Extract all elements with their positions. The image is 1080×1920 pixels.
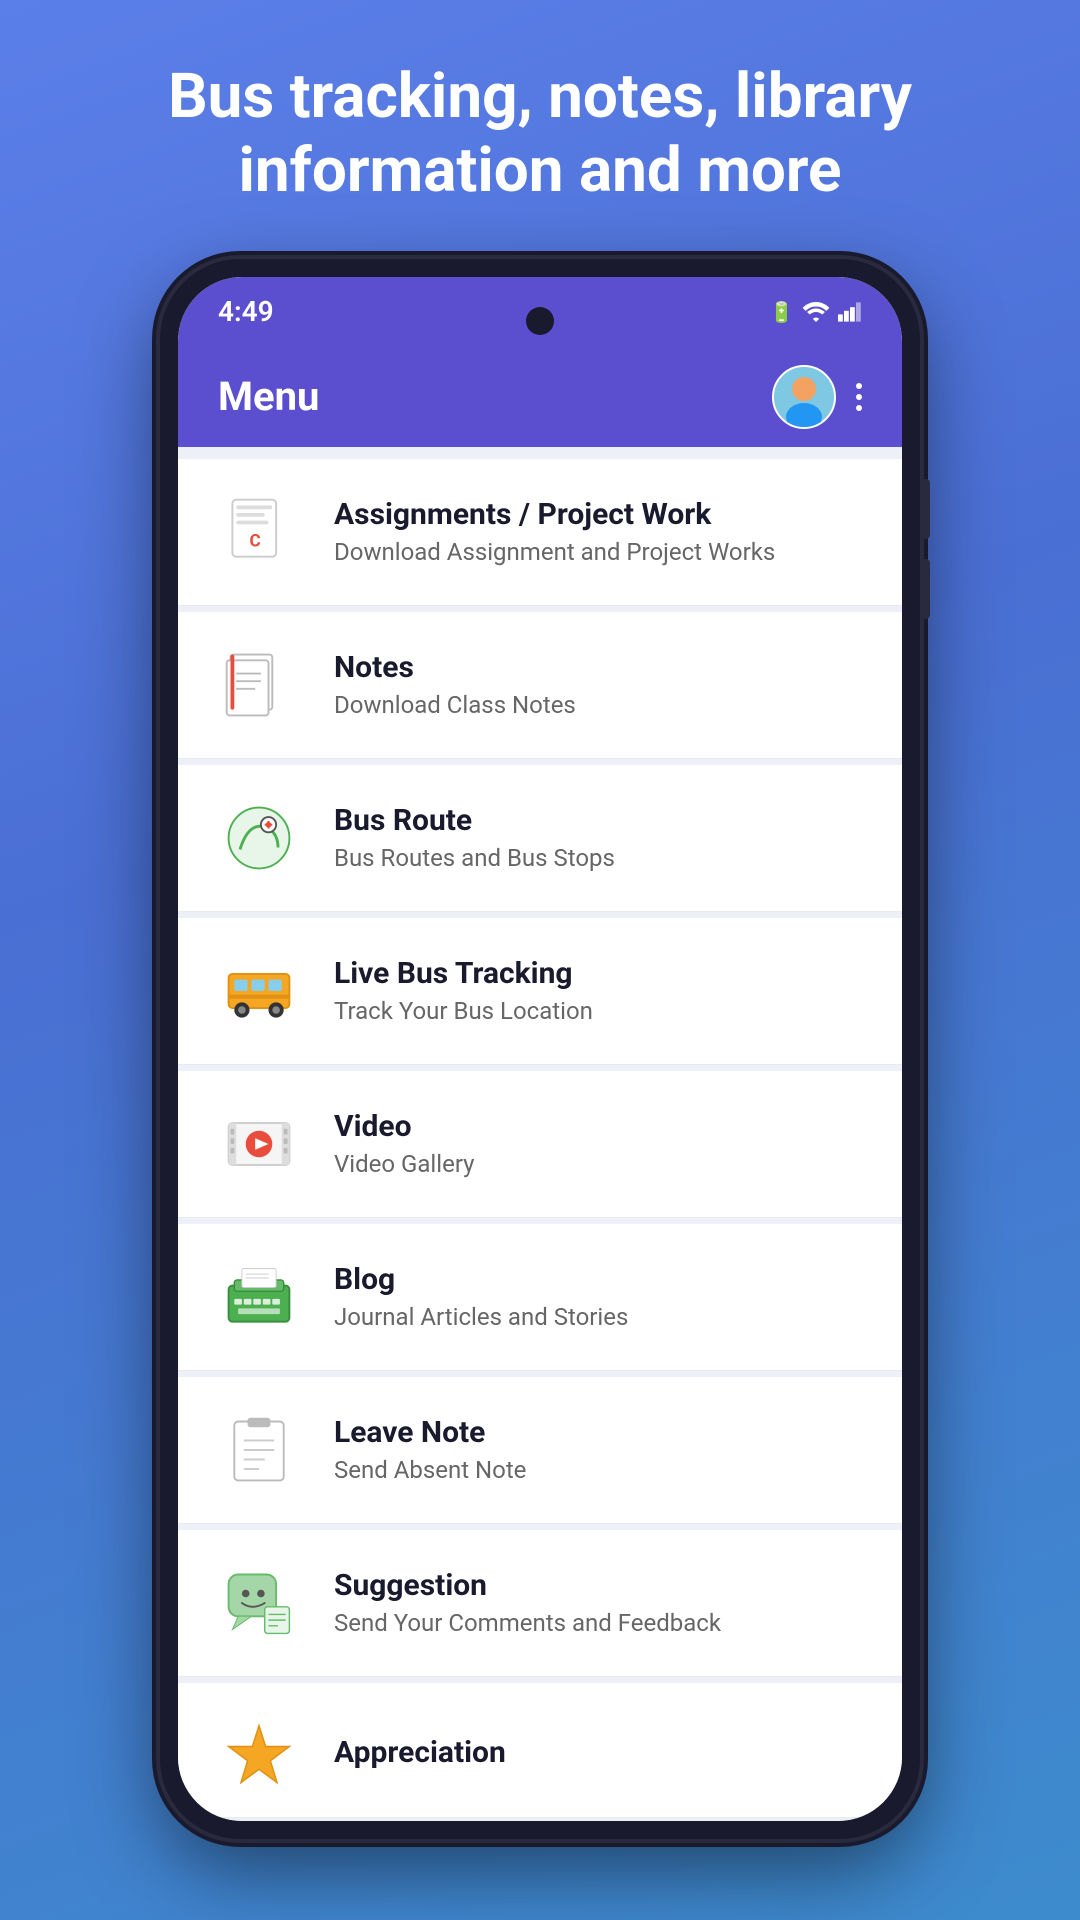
signal-icon <box>838 302 862 322</box>
assignments-icon: C <box>214 487 304 577</box>
menu-item-blog[interactable]: Blog Journal Articles and Stories <box>178 1224 902 1371</box>
status-icons: 🔋 <box>769 300 862 324</box>
live-bus-title: Live Bus Tracking <box>334 956 866 991</box>
menu-item-video[interactable]: Video Video Gallery <box>178 1071 902 1218</box>
menu-item-notes[interactable]: Notes Download Class Notes <box>178 612 902 759</box>
blog-subtitle: Journal Articles and Stories <box>334 1303 866 1331</box>
menu-item-assignments[interactable]: C Assignments / Project Work Download As… <box>178 459 902 606</box>
wifi-icon <box>802 302 830 322</box>
leave-note-text: Leave Note Send Absent Note <box>334 1415 866 1484</box>
menu-item-live-bus[interactable]: Live Bus Tracking Track Your Bus Locatio… <box>178 918 902 1065</box>
app-bar-actions <box>772 365 862 429</box>
suggestion-title: Suggestion <box>334 1568 866 1603</box>
status-time: 4:49 <box>218 295 274 328</box>
blog-icon <box>214 1252 304 1342</box>
suggestion-icon <box>214 1558 304 1648</box>
video-subtitle: Video Gallery <box>334 1150 866 1178</box>
phone-screen: 4:49 🔋 Menu <box>178 277 902 1821</box>
notes-text: Notes Download Class Notes <box>334 650 866 719</box>
camera-notch <box>526 307 554 335</box>
live-bus-icon <box>214 946 304 1036</box>
blog-text: Blog Journal Articles and Stories <box>334 1262 866 1331</box>
hero-title: Bus tracking, notes, library information… <box>0 0 1080 249</box>
appreciation-icon <box>214 1711 304 1801</box>
menu-list: C Assignments / Project Work Download As… <box>178 447 902 1821</box>
appreciation-text: Appreciation <box>334 1735 866 1776</box>
bus-route-subtitle: Bus Routes and Bus Stops <box>334 844 866 872</box>
bus-route-icon <box>214 793 304 883</box>
bus-route-text: Bus Route Bus Routes and Bus Stops <box>334 803 866 872</box>
avatar[interactable] <box>772 365 836 429</box>
notes-title: Notes <box>334 650 866 685</box>
bus-route-title: Bus Route <box>334 803 866 838</box>
battery-icon: 🔋 <box>769 300 794 324</box>
svg-text:C: C <box>250 531 261 551</box>
video-text: Video Video Gallery <box>334 1109 866 1178</box>
app-bar-title: Menu <box>218 373 319 420</box>
suggestion-subtitle: Send Your Comments and Feedback <box>334 1609 866 1637</box>
assignments-title: Assignments / Project Work <box>334 497 866 532</box>
menu-item-appreciation[interactable]: Appreciation <box>178 1683 902 1818</box>
suggestion-text: Suggestion Send Your Comments and Feedba… <box>334 1568 866 1637</box>
app-bar: Menu <box>178 347 902 447</box>
video-icon <box>214 1099 304 1189</box>
menu-item-leave-note[interactable]: Leave Note Send Absent Note <box>178 1377 902 1524</box>
leave-note-icon <box>214 1405 304 1495</box>
phone-frame: 4:49 🔋 Menu <box>160 259 920 1839</box>
leave-note-title: Leave Note <box>334 1415 866 1450</box>
notes-icon <box>214 640 304 730</box>
menu-item-bus-route[interactable]: Bus Route Bus Routes and Bus Stops <box>178 765 902 912</box>
live-bus-text: Live Bus Tracking Track Your Bus Locatio… <box>334 956 866 1025</box>
assignments-text: Assignments / Project Work Download Assi… <box>334 497 866 566</box>
appreciation-title: Appreciation <box>334 1735 866 1770</box>
leave-note-subtitle: Send Absent Note <box>334 1456 866 1484</box>
more-options-icon[interactable] <box>856 383 862 411</box>
video-title: Video <box>334 1109 866 1144</box>
blog-title: Blog <box>334 1262 866 1297</box>
assignments-subtitle: Download Assignment and Project Works <box>334 538 866 566</box>
menu-item-suggestion[interactable]: Suggestion Send Your Comments and Feedba… <box>178 1530 902 1677</box>
notes-subtitle: Download Class Notes <box>334 691 866 719</box>
live-bus-subtitle: Track Your Bus Location <box>334 997 866 1025</box>
